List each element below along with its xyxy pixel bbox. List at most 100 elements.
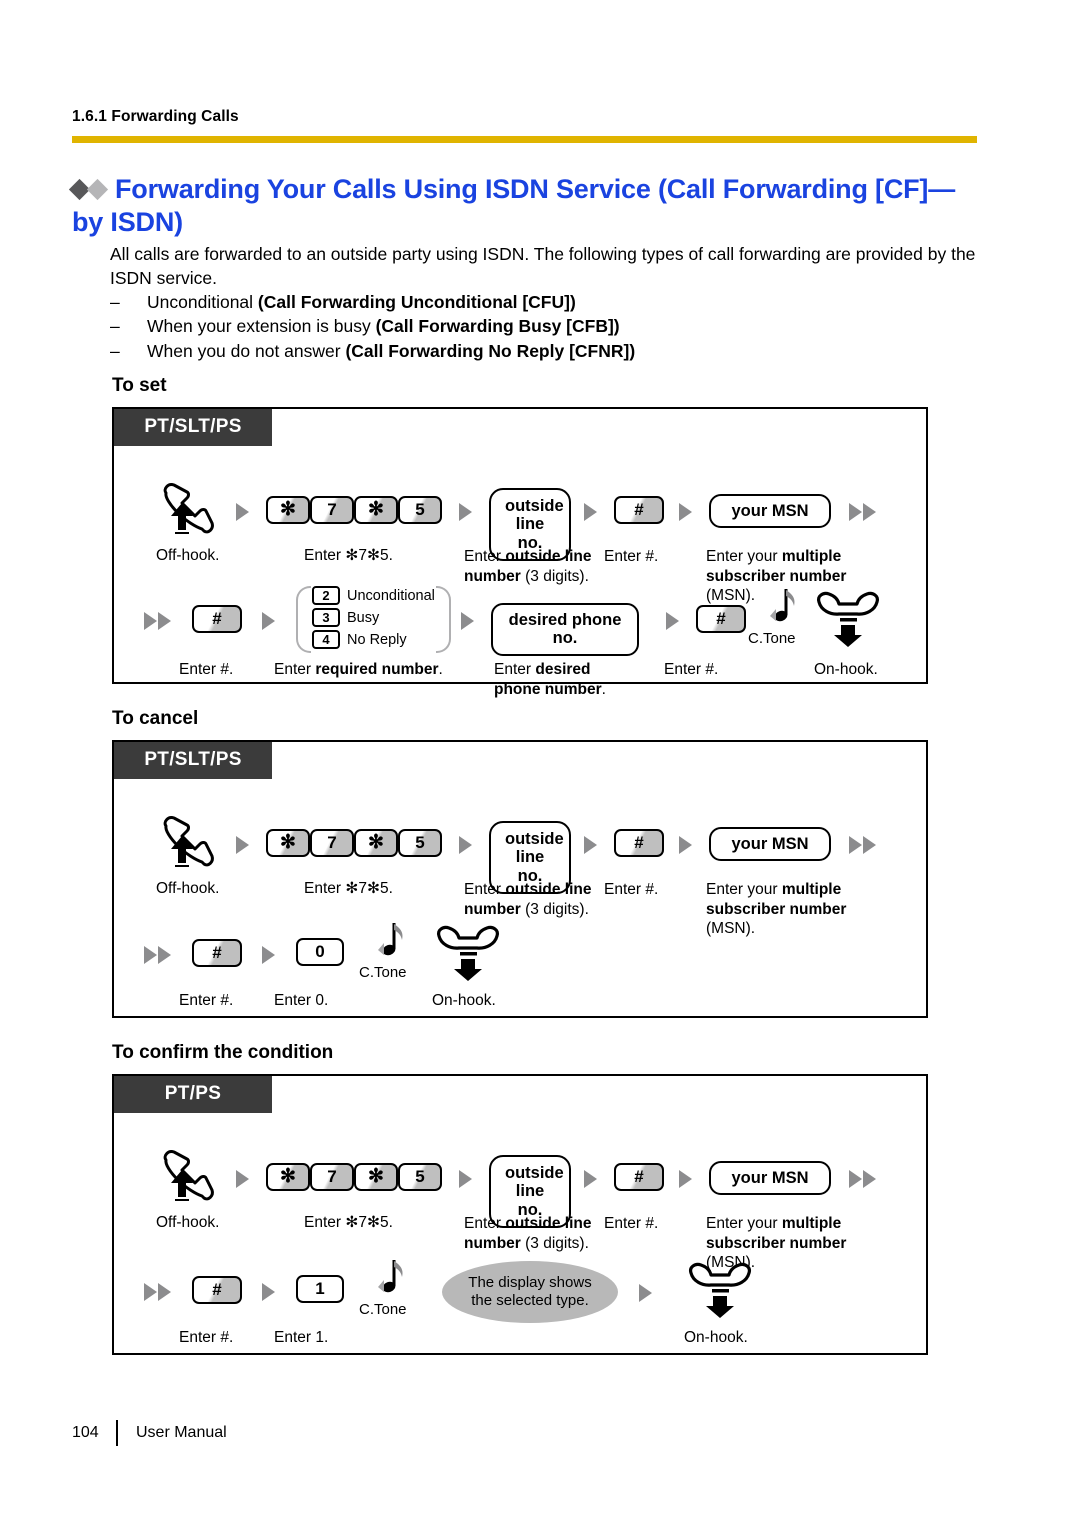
arrow-icon bbox=[459, 1170, 472, 1188]
c-tone-label: C.Tone bbox=[359, 964, 407, 981]
key-7[interactable]: 7 bbox=[310, 829, 354, 857]
arrow-icon bbox=[236, 503, 249, 521]
confirmation-tone-icon bbox=[376, 921, 406, 963]
manual-label: User Manual bbox=[136, 1424, 227, 1441]
brace-left bbox=[296, 586, 311, 653]
key-0[interactable]: 0 bbox=[296, 938, 344, 966]
key-1[interactable]: 1 bbox=[296, 1275, 344, 1303]
arrow-icon bbox=[584, 1170, 597, 1188]
caption-enter-msn: Enter your multiple subscriber number (M… bbox=[706, 881, 847, 938]
arrow-icon bbox=[461, 612, 474, 630]
diagram-box-to-set: PT/SLT/PS ✻ 7 ✻ 5 outside line no. # you… bbox=[112, 407, 928, 698]
list-item: – When your extension is busy (Call Forw… bbox=[110, 314, 990, 338]
option-no-reply[interactable]: 4 No Reply bbox=[312, 630, 435, 649]
pill-your-msn[interactable]: your MSN bbox=[709, 494, 831, 529]
arrow-icon bbox=[262, 1283, 275, 1301]
forwarding-types-list: – Unconditional (Call Forwarding Uncondi… bbox=[110, 290, 990, 363]
pill-your-msn[interactable]: your MSN bbox=[709, 1161, 831, 1196]
key-hash[interactable]: # bbox=[696, 605, 746, 633]
caption-enter-outside-line: Enter outside line number (3 digits). bbox=[464, 881, 592, 918]
list-item: – When you do not answer (Call Forwardin… bbox=[110, 339, 990, 363]
key-hash[interactable]: # bbox=[614, 829, 664, 857]
on-hook-icon bbox=[814, 588, 882, 648]
caption-enter-required-number: Enter required number. bbox=[274, 661, 443, 678]
caption-enter-hash: Enter #. bbox=[179, 992, 234, 1009]
c-tone-label: C.Tone bbox=[748, 630, 796, 647]
key-2: 2 bbox=[312, 586, 340, 605]
caption-enter-hash: Enter #. bbox=[604, 1215, 659, 1232]
header-rule bbox=[72, 136, 977, 143]
list-item: – Unconditional (Call Forwarding Uncondi… bbox=[110, 290, 990, 314]
display-note-bubble: The display shows the selected type. bbox=[442, 1261, 618, 1323]
arrow-icon bbox=[584, 836, 597, 854]
option-unconditional[interactable]: 2 Unconditional bbox=[312, 586, 435, 605]
page-title: Forwarding Your Calls Using ISDN Service… bbox=[68, 172, 982, 239]
key-5[interactable]: 5 bbox=[398, 1163, 442, 1191]
key-hash[interactable]: # bbox=[614, 1163, 664, 1191]
key-7[interactable]: 7 bbox=[310, 496, 354, 524]
confirmation-tone-icon bbox=[768, 587, 798, 629]
pill-desired-phone-no[interactable]: desired phone no. bbox=[491, 603, 639, 656]
key-7[interactable]: 7 bbox=[310, 1163, 354, 1191]
page-title-text: Forwarding Your Calls Using ISDN Service… bbox=[72, 174, 956, 237]
caption-enter-outside-line: Enter outside line number (3 digits). bbox=[464, 548, 592, 585]
key-star[interactable]: ✻ bbox=[354, 829, 398, 857]
key-hash[interactable]: # bbox=[614, 496, 664, 524]
arrow-icon bbox=[679, 503, 692, 521]
key-5[interactable]: 5 bbox=[398, 829, 442, 857]
caption-on-hook: On-hook. bbox=[684, 1329, 748, 1346]
arrow-icon bbox=[679, 1170, 692, 1188]
keypad-star7star5: ✻ 7 ✻ 5 bbox=[266, 1163, 442, 1191]
phone-type-tab: PT/SLT/PS bbox=[114, 409, 272, 446]
key-3: 3 bbox=[312, 608, 340, 627]
key-star[interactable]: ✻ bbox=[266, 829, 310, 857]
arrow-icon bbox=[236, 836, 249, 854]
c-tone-label: C.Tone bbox=[359, 1301, 407, 1318]
arrow-icon bbox=[584, 503, 597, 521]
caption-enter-1: Enter 1. bbox=[274, 1329, 329, 1346]
caption-enter-outside-line: Enter outside line number (3 digits). bbox=[464, 1215, 592, 1252]
list-dash: – bbox=[110, 316, 120, 337]
option-busy[interactable]: 3 Busy bbox=[312, 608, 435, 627]
arrow-icon bbox=[262, 612, 275, 630]
confirmation-tone-icon bbox=[376, 1258, 406, 1300]
running-head: 1.6.1 Forwarding Calls bbox=[72, 108, 239, 125]
option-label: Unconditional bbox=[347, 587, 435, 604]
list-item-text: Unconditional (Call Forwarding Unconditi… bbox=[147, 292, 576, 312]
arrow-icon bbox=[679, 836, 692, 854]
key-star[interactable]: ✻ bbox=[354, 1163, 398, 1191]
footer-divider bbox=[116, 1420, 118, 1446]
caption-enter-desired-phone-number: Enter desired phone number. bbox=[494, 661, 606, 698]
page-footer: 104 User Manual bbox=[72, 1420, 227, 1446]
off-hook-icon bbox=[158, 1147, 216, 1201]
caption-enter-star7star5: Enter ✻7✻5. bbox=[304, 1214, 393, 1231]
key-star[interactable]: ✻ bbox=[354, 496, 398, 524]
keypad-star7star5: ✻ 7 ✻ 5 bbox=[266, 829, 442, 857]
intro-paragraph: All calls are forwarded to an outside pa… bbox=[110, 244, 976, 288]
section-heading-to-set: To set bbox=[112, 375, 167, 396]
caption-enter-hash: Enter #. bbox=[664, 661, 719, 678]
caption-on-hook: On-hook. bbox=[432, 992, 496, 1009]
arrow-double-icon bbox=[144, 946, 172, 964]
arrow-double-icon bbox=[849, 503, 877, 521]
pill-your-msn[interactable]: your MSN bbox=[709, 827, 831, 862]
key-star[interactable]: ✻ bbox=[266, 496, 310, 524]
arrow-icon bbox=[236, 1170, 249, 1188]
section-heading-to-cancel: To cancel bbox=[112, 708, 199, 729]
arrow-icon bbox=[459, 503, 472, 521]
keypad-star7star5: ✻ 7 ✻ 5 bbox=[266, 496, 442, 524]
key-5[interactable]: 5 bbox=[398, 496, 442, 524]
page-title-block: Forwarding Your Calls Using ISDN Service… bbox=[68, 172, 982, 239]
caption-enter-star7star5: Enter ✻7✻5. bbox=[304, 547, 393, 564]
key-hash[interactable]: # bbox=[192, 1276, 242, 1304]
key-star[interactable]: ✻ bbox=[266, 1163, 310, 1191]
key-hash[interactable]: # bbox=[192, 605, 242, 633]
off-hook-icon bbox=[158, 480, 216, 534]
key-4: 4 bbox=[312, 630, 340, 649]
page-number: 104 bbox=[72, 1424, 99, 1441]
phone-type-tab: PT/PS bbox=[114, 1076, 272, 1113]
key-hash[interactable]: # bbox=[192, 939, 242, 967]
arrow-double-icon bbox=[849, 1170, 877, 1188]
arrow-double-icon bbox=[144, 1283, 172, 1301]
option-label: Busy bbox=[347, 609, 380, 626]
